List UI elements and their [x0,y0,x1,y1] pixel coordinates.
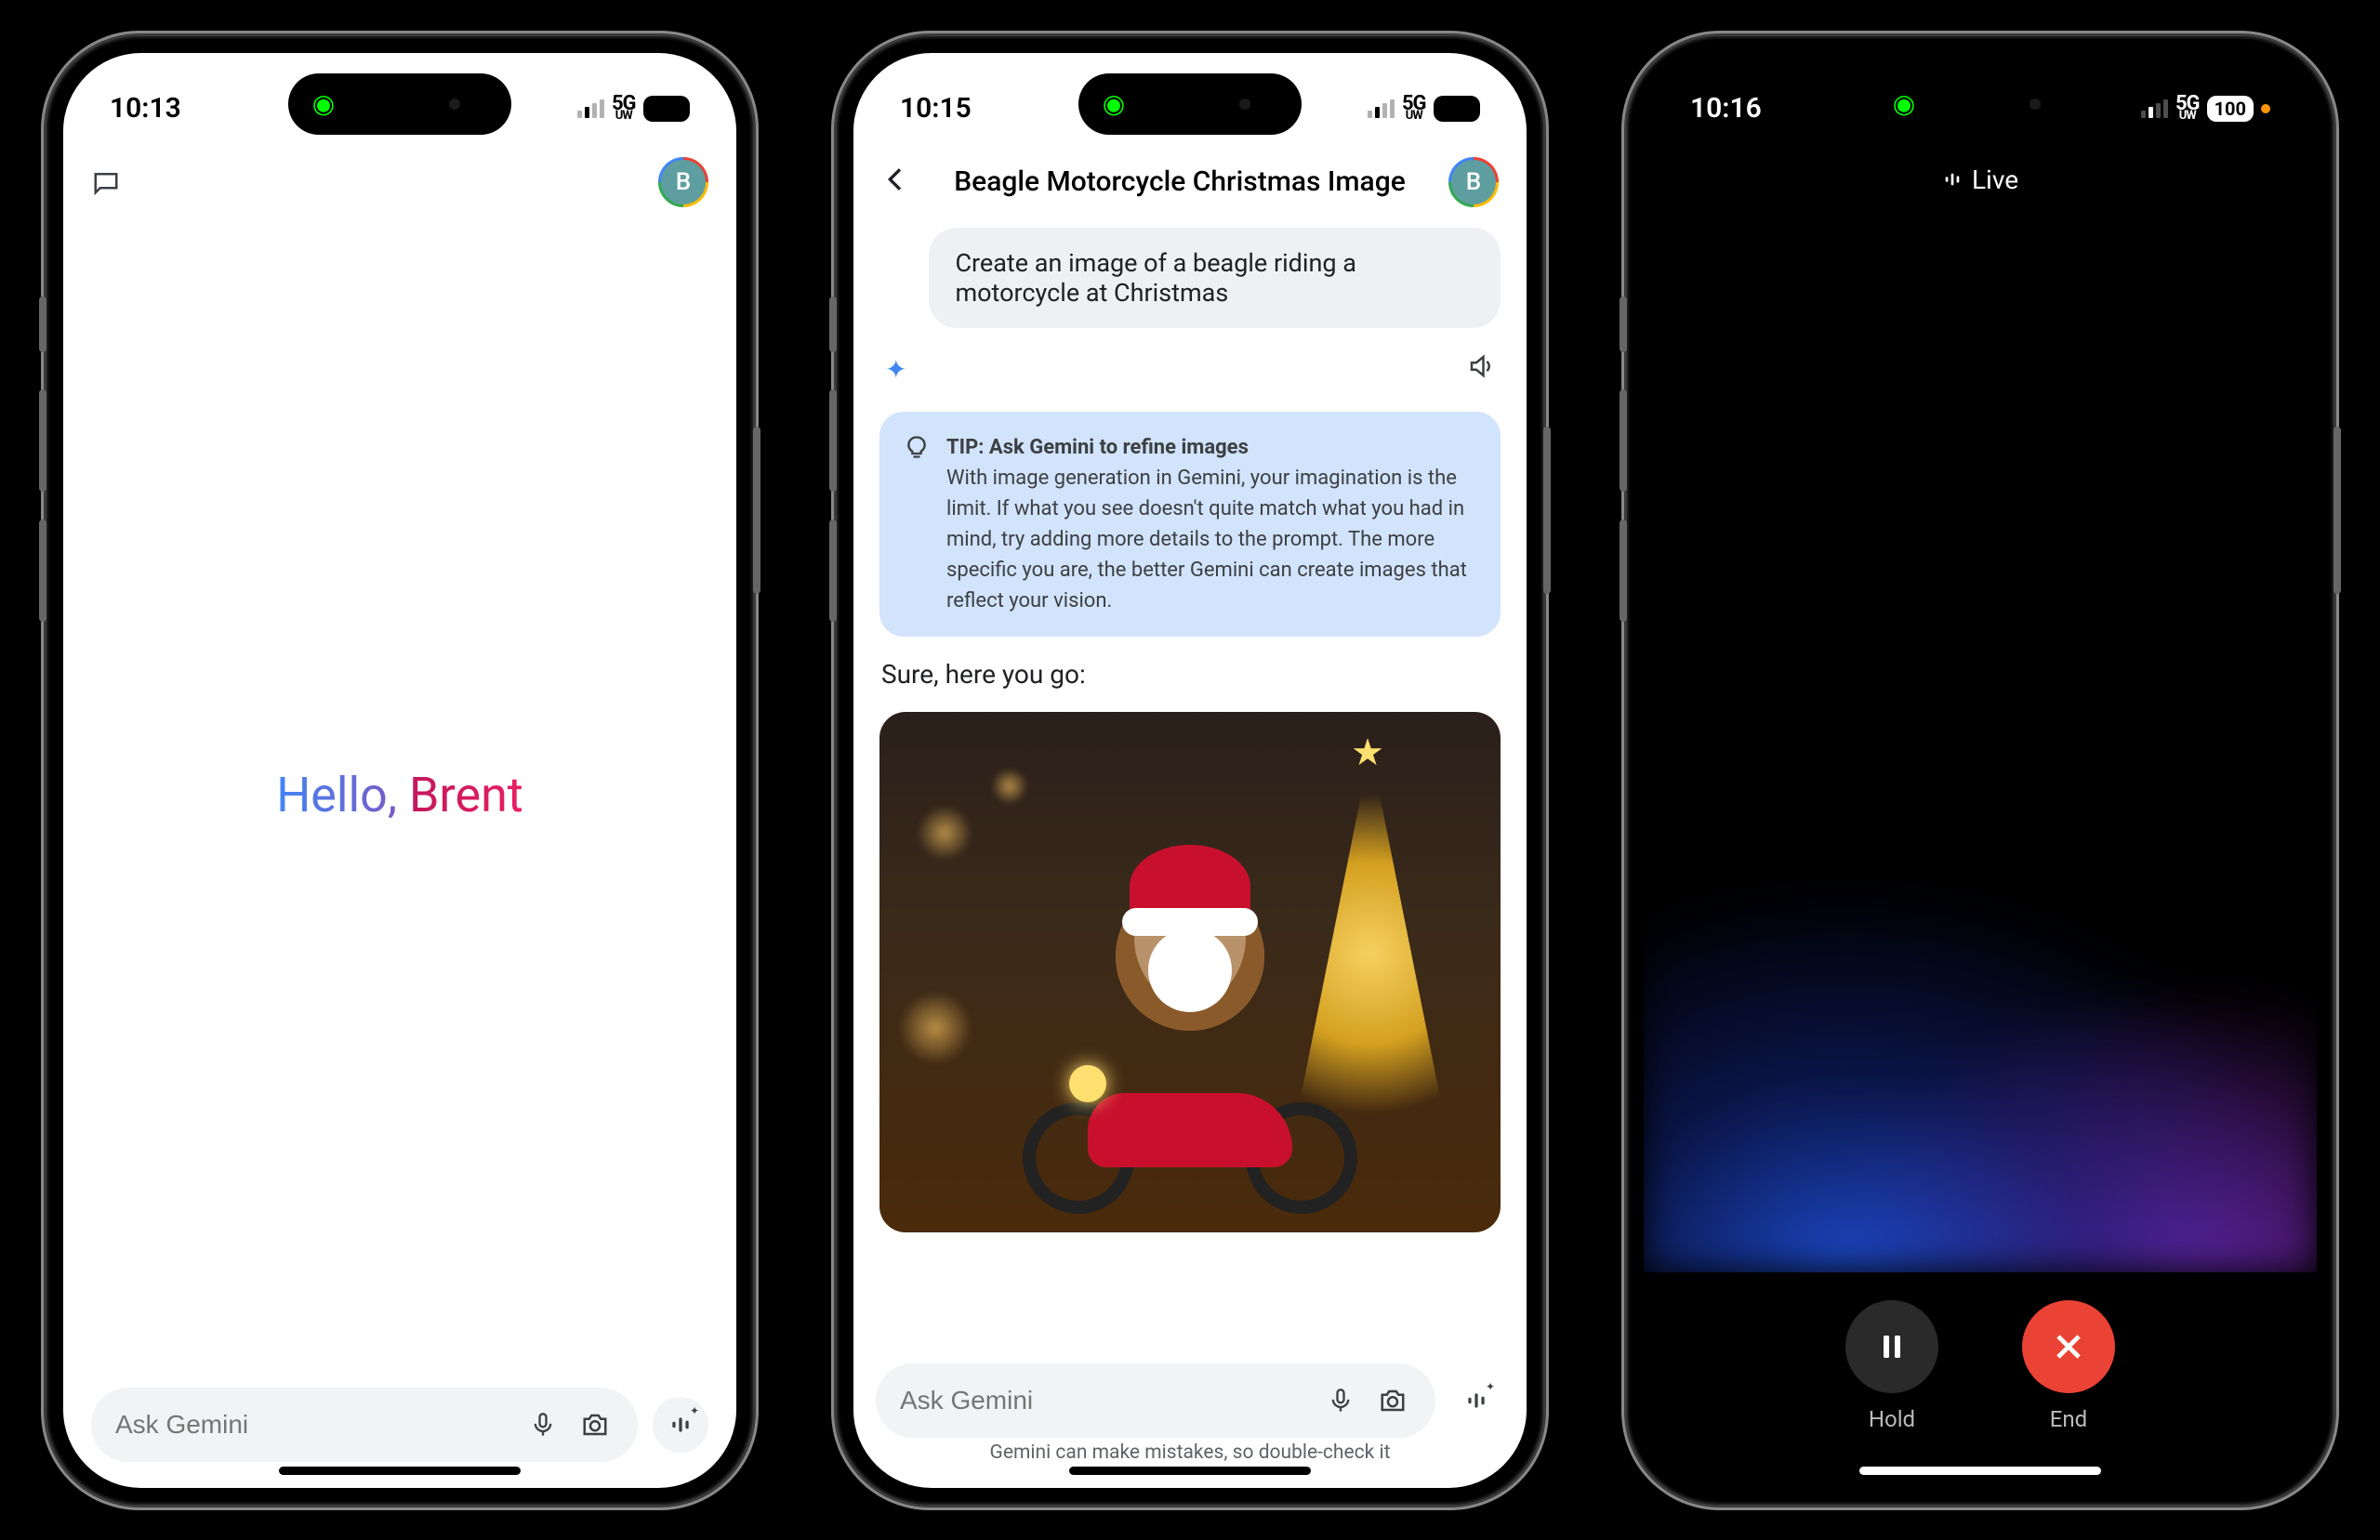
ask-input[interactable] [91,1388,638,1462]
dynamic-island: ◉ [1869,73,2092,135]
ask-input-text[interactable] [115,1410,509,1440]
ask-input[interactable] [876,1363,1435,1438]
signal-icon [1368,99,1395,118]
mic-icon[interactable] [524,1406,562,1443]
phone-frame-2: ◉ 10:15 5GUW 100 Beagle Motorcycle Chris… [837,36,1543,1505]
assistant-reply: Sure, here you go: [879,653,1501,695]
home-indicator[interactable] [1069,1467,1311,1475]
activity-indicator-icon: ◉ [1097,87,1130,121]
network-label: 5GUW [2175,96,2200,122]
chat-title: Beagle Motorcycle Christmas Image [911,165,1448,198]
dynamic-island: ◉ [1078,73,1302,135]
hold-label: Hold [1869,1406,1915,1432]
live-mode-button[interactable]: ✦ [653,1397,708,1453]
phone-frame-1: ◉ 10:13 5GUW 100 B Hello, Brent [46,36,753,1505]
tip-card: TIP: Ask Gemini to refine images With im… [879,412,1501,637]
screen-live: ◉ 10:16 5GUW 100 Live Hold [1644,53,2317,1488]
sparkle-icon: ✦ [1486,1380,1495,1393]
read-aloud-button[interactable] [1467,352,1495,388]
gemini-sparkle-icon: ✦ [885,354,906,385]
mic-active-dot-icon [2261,104,2270,113]
screen-chat: ◉ 10:15 5GUW 100 Beagle Motorcycle Chris… [853,53,1527,1488]
battery-pill: 100 [1434,96,1480,122]
avatar[interactable]: B [658,157,708,207]
signal-icon [2141,99,2168,118]
live-label: Live [1972,165,2018,195]
network-label: 5GUW [612,96,636,122]
hold-button[interactable] [1845,1300,1938,1393]
status-time: 10:13 [110,92,181,125]
mic-icon[interactable] [1322,1382,1359,1419]
phone-frame-3: ◉ 10:16 5GUW 100 Live Hold [1627,36,2334,1505]
live-header: Live [1644,146,2317,195]
end-button[interactable] [2022,1300,2115,1393]
live-visualizer [1644,195,2317,1272]
avatar[interactable]: B [1448,157,1499,207]
live-mode-button[interactable]: ✦ [1448,1373,1504,1428]
dynamic-island: ◉ [288,73,511,135]
lightbulb-icon [904,432,930,616]
ask-input-text[interactable] [900,1386,1307,1415]
home-indicator[interactable] [279,1467,521,1475]
tip-heading: TIP: Ask Gemini to refine images [946,436,1249,459]
avatar-initial: B [661,160,706,204]
end-label: End [2050,1406,2087,1432]
disclaimer-text: Gemini can make mistakes, so double-chec… [853,1438,1527,1488]
screen-home: ◉ 10:13 5GUW 100 B Hello, Brent [63,53,736,1488]
tip-body: With image generation in Gemini, your im… [946,467,1467,612]
camera-icon[interactable] [1374,1382,1411,1419]
camera-icon[interactable] [576,1406,614,1443]
generated-image[interactable]: ★ [879,712,1501,1232]
home-indicator[interactable] [1859,1467,2101,1475]
status-time: 10:16 [1690,92,1762,125]
greeting-text: Hello, Brent [276,767,523,823]
sparkle-icon: ✦ [690,1404,699,1417]
status-time: 10:15 [900,92,972,125]
activity-indicator-icon: ◉ [1887,87,1921,121]
network-label: 5GUW [1402,96,1426,122]
avatar-initial: B [1451,160,1496,204]
back-button[interactable] [881,160,911,204]
battery-pill: 100 [643,96,690,122]
messages-icon[interactable] [91,167,121,197]
signal-icon [577,99,604,118]
battery-pill: 100 [2207,96,2254,122]
waveform-icon [1942,169,1963,190]
activity-indicator-icon: ◉ [307,87,340,121]
user-message: Create an image of a beagle riding a mot… [929,228,1501,328]
